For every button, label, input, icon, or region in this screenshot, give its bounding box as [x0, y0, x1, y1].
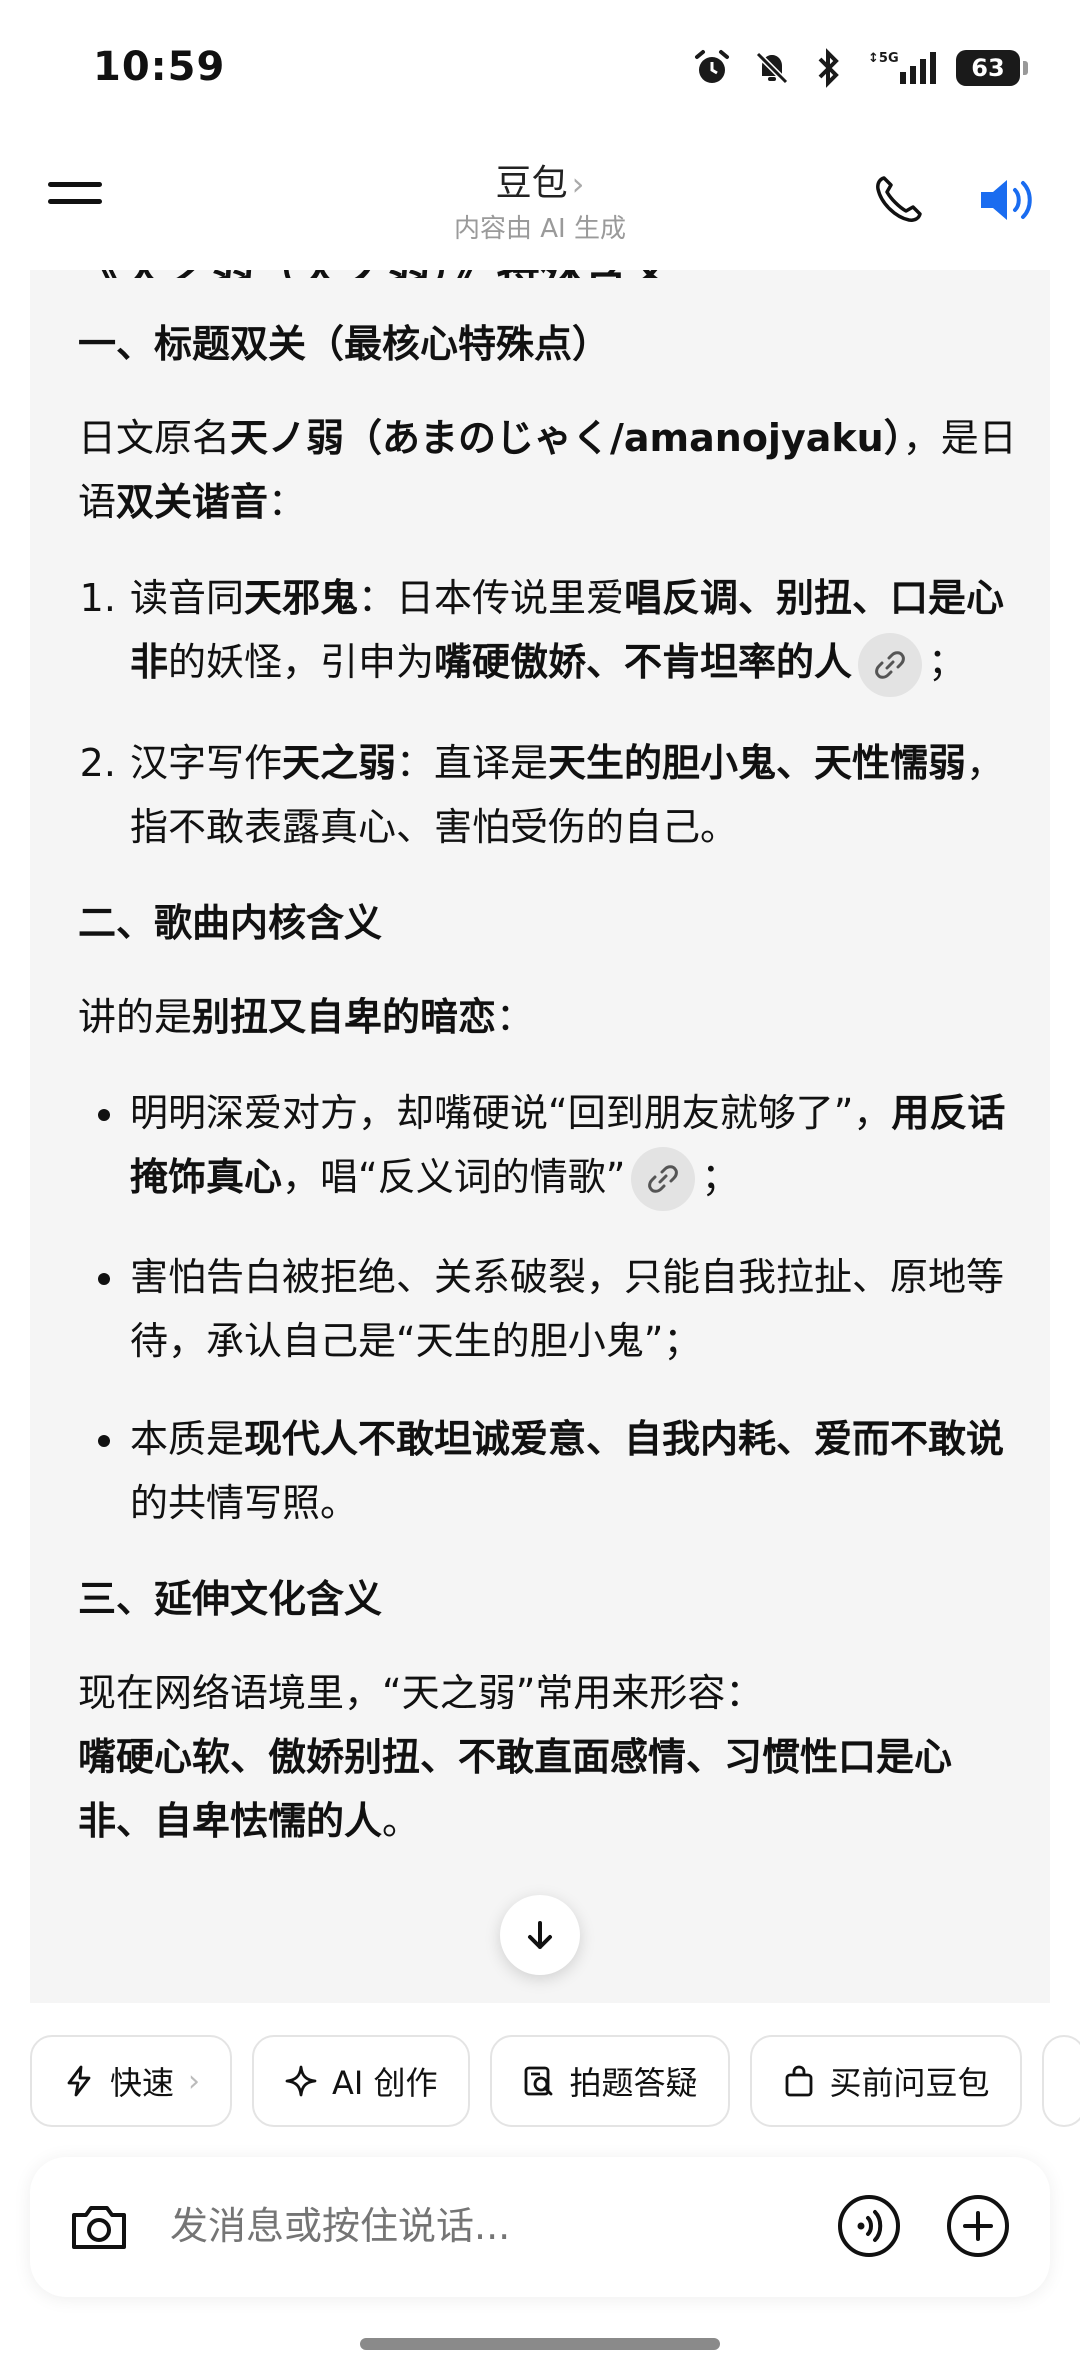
list-item: 读音同天邪鬼：日本传说里爱唱反调、别扭、口是心非的妖怪，引申为嘴硬傲娇、不肯坦率… — [128, 566, 1018, 697]
sparkle-icon — [285, 2065, 317, 2097]
list-item: 汉字写作天之弱：直译是天生的胆小鬼、天性懦弱，指不敢表露真心、害怕受伤的自己。 — [128, 731, 1018, 859]
answer-card[interactable]: 《天之弱（天ノ弱）》特殊含义 一、标题双关（最核心特殊点） 日文原名天ノ弱（あま… — [30, 268, 1050, 2003]
paragraph-3: 现在网络语境里，“天之弱”常用来形容： 嘴硬心软、傲娇别扭、不敢直面感情、习惯性口… — [78, 1671, 953, 1843]
message-input-bar — [30, 2157, 1050, 2297]
scroll-to-bottom-button[interactable] — [500, 1895, 580, 1975]
lightning-icon — [67, 2065, 91, 2097]
status-time: 10:59 — [93, 44, 226, 90]
answer-content: 《天之弱（天ノ弱）》特殊含义 一、标题双关（最核心特殊点） 日文原名天ノ弱（あま… — [78, 268, 1018, 1853]
status-icons: ↕5G 63 — [692, 48, 1028, 88]
arrow-down-icon — [528, 1921, 552, 1949]
chip-photo-question[interactable]: 拍题答疑 — [489, 2035, 730, 2127]
chip-ai-create[interactable]: AI 创作 — [252, 2035, 470, 2127]
add-attachment-button[interactable] — [945, 2193, 1011, 2259]
section-heading-2: 二、歌曲内核含义 — [78, 900, 383, 945]
voice-wave-icon — [838, 2195, 900, 2257]
camera-icon — [72, 2206, 126, 2249]
svg-text:↕5G: ↕5G — [868, 51, 899, 66]
chip-more[interactable] — [1041, 2035, 1080, 2127]
list-item: 害怕告白被拒绝、关系破裂，只能自我拉扯、原地等待，承认自己是“天生的胆小鬼”； — [128, 1245, 1018, 1373]
home-indicator[interactable] — [360, 2338, 720, 2350]
menu-button[interactable] — [48, 174, 102, 228]
photo-search-icon — [524, 2066, 552, 2096]
phone-call-button[interactable] — [868, 170, 928, 230]
reference-link-button[interactable] — [631, 1147, 696, 1211]
signal-5g-icon: ↕5G — [868, 51, 936, 84]
section-heading-3: 三、延伸文化含义 — [78, 1577, 383, 1621]
list-item: 本质是现代人不敢坦诚爱意、自我内耗、爱而不敢说的共情写照。 — [128, 1407, 1018, 1535]
link-icon — [648, 1165, 679, 1193]
camera-button[interactable] — [66, 2195, 132, 2261]
shopping-bag-icon — [785, 2065, 812, 2097]
menu-icon-line — [48, 182, 102, 187]
status-bar: 10:59 ↕5G 63 — [0, 0, 1080, 140]
header-title-block[interactable]: 豆包 › 内容由 AI 生成 — [340, 154, 740, 245]
section-heading-1: 一、标题双关（最核心特殊点） — [78, 322, 611, 366]
plus-circle-icon — [947, 2195, 1009, 2257]
reference-link-button[interactable] — [858, 632, 923, 697]
paragraph-1: 日文原名天ノ弱（あまのじゃく/amanojyaku），是日语双关谐音： — [78, 416, 1017, 524]
app-header: 豆包 › 内容由 AI 生成 — [0, 140, 1080, 270]
link-icon — [875, 650, 905, 679]
message-input[interactable] — [168, 2203, 832, 2249]
chevron-right-icon: › — [571, 165, 585, 203]
menu-icon-line — [48, 199, 102, 204]
speaker-icon — [981, 180, 1032, 220]
ai-generated-note: 内容由 AI 生成 — [454, 214, 626, 244]
chip-fast[interactable]: 快速 › — [30, 2035, 233, 2127]
numbered-list: 读音同天邪鬼：日本传说里爱唱反调、别扭、口是心非的妖怪，引申为嘴硬傲娇、不肯坦率… — [78, 566, 1018, 859]
voice-playback-button[interactable] — [975, 170, 1045, 230]
battery-indicator: 63 — [956, 50, 1028, 86]
voice-input-button[interactable] — [836, 2193, 902, 2259]
phone-icon — [876, 176, 922, 222]
chat-title[interactable]: 豆包 › — [340, 154, 740, 206]
chip-ask-before-buying[interactable]: 买前问豆包 — [749, 2035, 1022, 2127]
bullet-list: 明明深爱对方，却嘴硬说“回到朋友就够了”，用反话掩饰真心，唱“反义词的情歌”； … — [78, 1081, 1018, 1536]
chevron-right-icon: › — [188, 2063, 201, 2099]
bell-muted-icon — [755, 51, 789, 85]
alarm-icon — [695, 50, 729, 83]
list-item: 明明深爱对方，却嘴硬说“回到朋友就够了”，用反话掩饰真心，唱“反义词的情歌”； — [128, 1081, 1018, 1211]
quick-actions: 快速 › AI 创作 拍题答疑 买前问豆包 — [30, 2035, 1080, 2127]
paragraph-2: 讲的是别扭又自卑的暗恋： — [78, 994, 535, 1039]
bluetooth-icon — [818, 48, 839, 88]
